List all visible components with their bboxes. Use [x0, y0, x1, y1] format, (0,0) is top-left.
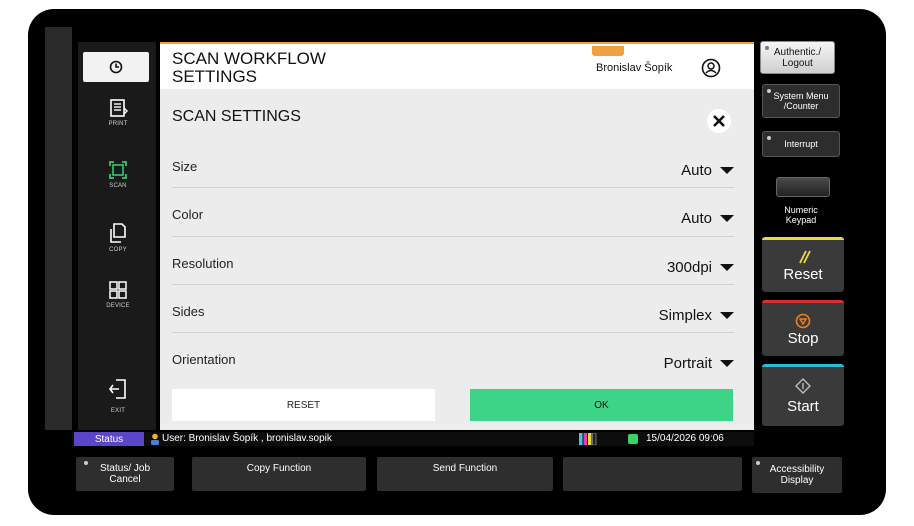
setting-label: Resolution [172, 256, 234, 271]
divider [172, 284, 734, 285]
led-icon [767, 89, 771, 93]
led-icon [84, 461, 88, 465]
setting-value[interactable]: 300dpi [667, 259, 734, 276]
status-job-cancel-label: Status/ Job Cancel [99, 463, 151, 485]
start-label: Start [787, 398, 819, 415]
dropdown-caret-icon [720, 264, 734, 271]
setting-value[interactable]: Simplex [659, 307, 734, 324]
nav-item-print[interactable]: PRINT [80, 98, 156, 127]
scan-settings-panel: SCAN SETTINGS Size Auto Color Auto Resol… [160, 89, 754, 430]
print-icon [110, 99, 128, 117]
setting-label: Sides [172, 304, 205, 319]
user-icon[interactable] [701, 58, 721, 78]
close-icon[interactable] [707, 109, 731, 133]
copy-function-button[interactable]: Copy Function [192, 457, 366, 491]
notification-tab[interactable] [592, 46, 624, 56]
home-button[interactable] [83, 52, 149, 82]
dropdown-caret-icon [720, 312, 734, 319]
setting-value[interactable]: Auto [681, 162, 734, 179]
system-menu-button[interactable]: System Menu /Counter [762, 84, 840, 118]
divider [172, 332, 734, 333]
dropdown-caret-icon [720, 167, 734, 174]
start-button[interactable]: Start [762, 364, 844, 426]
setting-value[interactable]: Auto [681, 210, 734, 227]
accessibility-display-button[interactable]: Accessibility Display [752, 457, 842, 493]
home-icon [109, 60, 123, 74]
dropdown-caret-icon [720, 215, 734, 222]
led-icon [767, 136, 771, 140]
nav-label-print: PRINT [108, 121, 128, 127]
stop-button[interactable]: Stop [762, 300, 844, 356]
reset-hardware-button[interactable]: Reset [762, 237, 844, 292]
send-function-label: Send Function [432, 463, 498, 474]
authentic-logout-button[interactable]: Authentic./ Logout [760, 41, 835, 74]
left-edge-strip [45, 27, 72, 430]
accessibility-label: Accessibility Display [769, 464, 825, 486]
empty-function-button[interactable] [563, 457, 742, 491]
nav-item-copy[interactable]: COPY [80, 222, 156, 253]
settings-title: SCAN SETTINGS [172, 108, 301, 125]
interrupt-label: Interrupt [784, 139, 818, 149]
stop-label: Stop [787, 329, 819, 347]
numeric-keypad-label: Numeric Keypad [784, 205, 818, 225]
exit-icon [109, 379, 126, 399]
setting-label: Orientation [172, 352, 236, 367]
interrupt-button[interactable]: Interrupt [762, 131, 840, 157]
nav-label-exit: EXIT [110, 408, 126, 414]
setting-row-sides[interactable]: Sides Simplex [172, 292, 734, 334]
authentic-logout-label: Authentic./ Logout [773, 46, 822, 69]
ready-indicator-icon [628, 434, 638, 444]
reset-slash-icon [799, 250, 811, 263]
start-diamond-icon [795, 378, 811, 394]
status-button[interactable]: Status [74, 432, 144, 446]
nav-label-device: DEVICE [106, 303, 130, 309]
status-user-text: User: Bronislav Šopík , bronislav.sopik [162, 433, 332, 444]
setting-value[interactable]: Portrait [664, 355, 734, 372]
status-job-cancel-button[interactable]: Status/ Job Cancel [76, 457, 174, 491]
toner-level-icon [579, 433, 597, 445]
setting-label: Size [172, 159, 198, 174]
setting-row-resolution[interactable]: Resolution 300dpi [172, 244, 734, 286]
device-icon [109, 281, 127, 299]
user-name: Bronislav Šopík [596, 62, 673, 74]
nav-label-scan: SCAN [109, 183, 127, 189]
divider [172, 187, 734, 188]
copy-function-label: Copy Function [246, 463, 312, 474]
user-status-icon [151, 433, 159, 445]
status-datetime: 15/04/2026 09:06 [646, 433, 724, 444]
reset-hardware-label: Reset [783, 265, 823, 283]
setting-label: Color [172, 207, 204, 222]
copy-icon [110, 223, 126, 243]
nav-item-device[interactable]: DEVICE [80, 280, 156, 309]
scan-icon [109, 161, 127, 179]
nav-label-copy: COPY [109, 247, 127, 253]
led-icon [756, 461, 760, 465]
page-title: SCAN WORKFLOW SETTINGS [172, 49, 326, 86]
setting-row-color[interactable]: Color Auto [172, 195, 734, 237]
nav-item-scan[interactable]: SCAN [80, 160, 156, 189]
system-menu-label: System Menu /Counter [773, 91, 829, 111]
nav-item-exit[interactable]: EXIT [80, 378, 156, 414]
setting-row-orientation[interactable]: Orientation Portrait [172, 340, 734, 382]
divider [172, 236, 734, 237]
ok-button[interactable]: OK [470, 389, 733, 421]
setting-row-size[interactable]: Size Auto [172, 147, 734, 189]
dropdown-caret-icon [720, 360, 734, 367]
header-bar: SCAN WORKFLOW SETTINGS Bronislav Šopík [160, 42, 754, 89]
send-function-button[interactable]: Send Function [377, 457, 553, 491]
reset-button[interactable]: RESET [172, 389, 435, 421]
led-icon [765, 46, 769, 50]
stop-icon [795, 313, 811, 328]
numeric-keypad-button[interactable] [776, 177, 830, 197]
